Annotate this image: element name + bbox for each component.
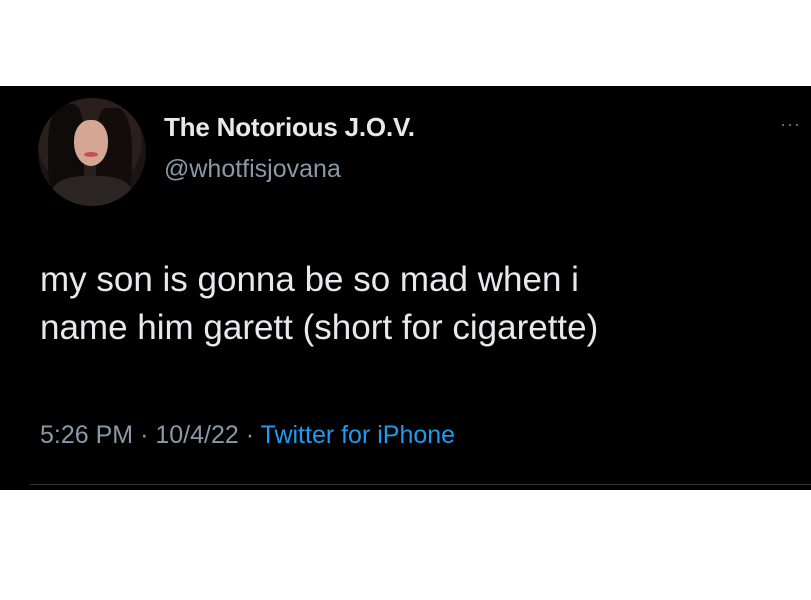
avatar-face xyxy=(74,120,108,166)
avatar-lips xyxy=(84,152,98,157)
user-handle[interactable]: @whotfisjovana xyxy=(164,155,341,184)
divider xyxy=(30,484,811,485)
tweet-time[interactable]: 5:26 PM xyxy=(40,421,133,449)
meta-separator: · xyxy=(140,421,149,449)
tweet-text-line: name him garett (short for cigarette) xyxy=(40,308,599,347)
tweet-date[interactable]: 10/4/22 xyxy=(155,421,238,449)
more-options-icon[interactable]: ··· xyxy=(780,114,801,135)
tweet-card: The Notorious J.O.V. @whotfisjovana ··· … xyxy=(0,86,811,490)
avatar[interactable] xyxy=(38,98,146,206)
tweet-meta: 5:26 PM · 10/4/22 · Twitter for iPhone xyxy=(40,421,455,450)
meta-separator: · xyxy=(245,421,255,449)
display-name[interactable]: The Notorious J.O.V. xyxy=(164,112,415,143)
avatar-shirt xyxy=(52,176,132,206)
tweet-text: my son is gonna be so mad when i name hi… xyxy=(40,256,780,352)
tweet-source-link[interactable]: Twitter for iPhone xyxy=(261,421,456,449)
tweet-text-line: my son is gonna be so mad when i xyxy=(40,260,579,299)
